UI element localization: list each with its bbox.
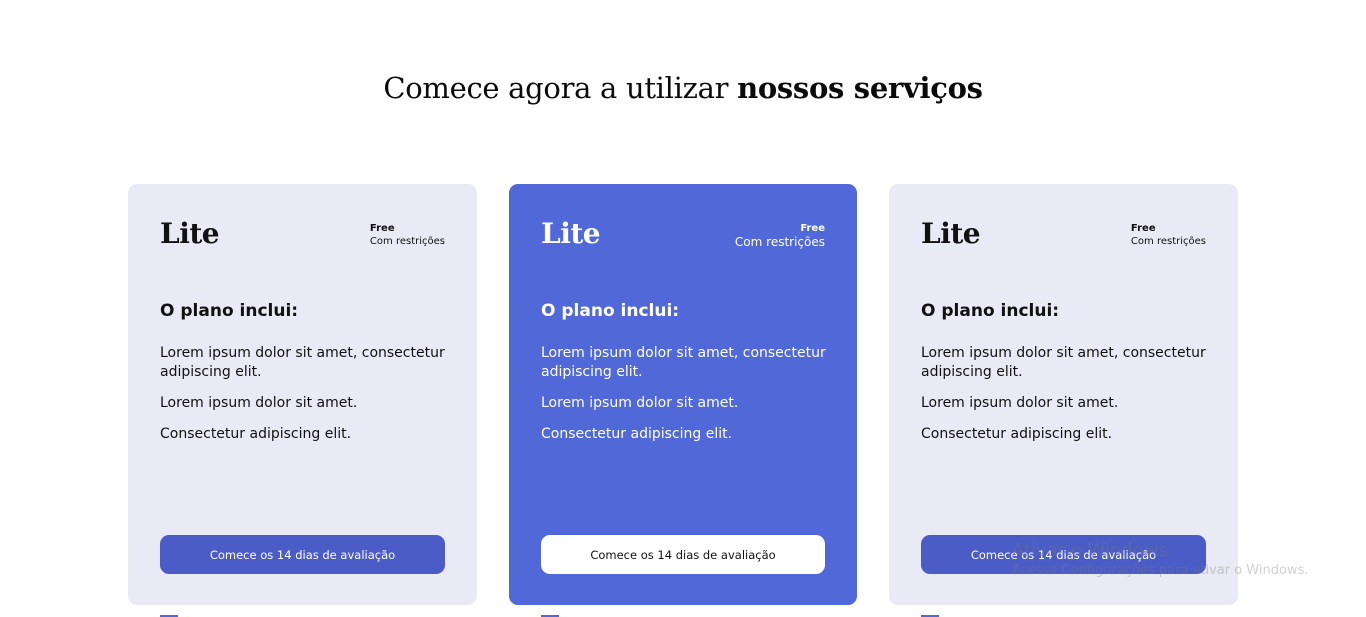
- pricing-card-2-featured: Lite Free Com restrições O plano inclui:…: [509, 184, 857, 605]
- feature-item: Lorem ipsum dolor sit amet, consectetur …: [921, 345, 1206, 380]
- price-info: Free Com restrições: [1131, 222, 1206, 248]
- feature-list: Lorem ipsum dolor sit amet, consectetur …: [160, 344, 450, 456]
- price-note: Com restrições: [1130, 236, 1206, 247]
- price-label: Free: [1130, 223, 1156, 234]
- feature-item: Consectetur adipiscing elit.: [160, 426, 352, 442]
- feature-item: Consectetur adipiscing elit.: [921, 426, 1113, 442]
- section-headline: Comece agora a utilizar nossos serviços: [0, 68, 1366, 108]
- plan-name: Lite: [921, 217, 981, 250]
- feature-item: Lorem ipsum dolor sit amet.: [921, 395, 1119, 411]
- feature-item: Lorem ipsum dolor sit amet.: [160, 395, 358, 411]
- feature-item: Lorem ipsum dolor sit amet, consectetur …: [541, 345, 826, 380]
- feature-item: Lorem ipsum dolor sit amet, consectetur …: [160, 345, 445, 380]
- start-trial-button[interactable]: Comece os 14 dias de avaliação: [160, 535, 445, 574]
- feature-list: Lorem ipsum dolor sit amet, consectetur …: [541, 344, 831, 456]
- price-info: Free Com restrições: [370, 222, 445, 248]
- feature-list: Lorem ipsum dolor sit amet, consectetur …: [921, 344, 1211, 456]
- price-note: Com restrições: [369, 236, 445, 247]
- pricing-card-1: Lite Free Com restrições O plano inclui:…: [128, 184, 477, 605]
- price-note: Com restrições: [734, 235, 825, 249]
- includes-title: O plano inclui:: [160, 301, 299, 321]
- price-label: Free: [369, 223, 395, 234]
- start-trial-button[interactable]: Comece os 14 dias de avaliação: [541, 535, 825, 574]
- pricing-card-3: Lite Free Com restrições O plano inclui:…: [889, 184, 1238, 605]
- includes-title: O plano inclui:: [541, 301, 680, 321]
- start-trial-button[interactable]: Comece os 14 dias de avaliação: [921, 535, 1206, 574]
- feature-item: Consectetur adipiscing elit.: [541, 426, 733, 442]
- plan-name: Lite: [160, 217, 220, 250]
- plan-name: Lite: [541, 217, 601, 250]
- price-info: Free Com restrições: [735, 222, 825, 250]
- headline-bold: nossos serviços: [737, 71, 983, 105]
- includes-title: O plano inclui:: [921, 301, 1060, 321]
- feature-item: Lorem ipsum dolor sit amet.: [541, 395, 739, 411]
- headline-normal: Comece agora a utilizar: [383, 71, 738, 105]
- price-label: Free: [800, 223, 825, 234]
